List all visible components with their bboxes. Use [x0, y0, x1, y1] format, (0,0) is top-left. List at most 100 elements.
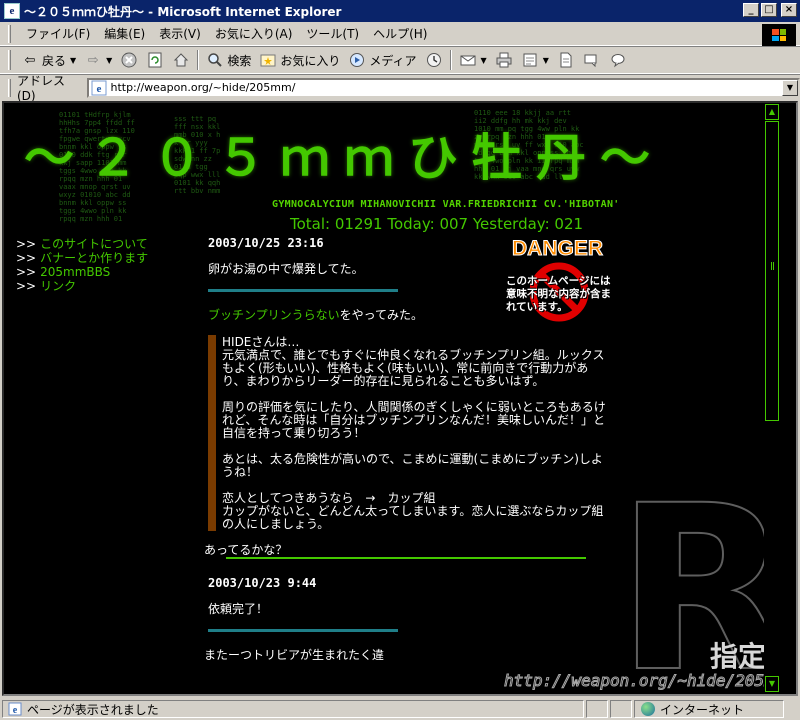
menu-tools[interactable]: ツール(T) [299, 23, 366, 44]
research-button[interactable] [605, 49, 631, 71]
messenger-button[interactable] [579, 49, 605, 71]
post-link-line: ブッチンプリンうらないをやってみた。 [208, 308, 424, 322]
pudding-fortune-link[interactable]: ブッチンプリンうらない [208, 308, 340, 322]
menu-file[interactable]: ファイル(F) [19, 23, 97, 44]
post-text: またーつトリビアが生まれたく違 [204, 648, 385, 662]
status-bar: e ページが表示されました インターネット [0, 698, 800, 720]
nav-banner-label: バナーとか作ります [40, 251, 149, 265]
page-scrollbar[interactable]: ▲ ▼ [764, 103, 780, 694]
page-content: R 指定 http://weapon.org/~hide/205mm/ 0110… [4, 103, 780, 694]
print-button[interactable] [491, 49, 517, 71]
edit-button[interactable]: ▼ [517, 49, 553, 71]
svg-text:e: e [97, 83, 102, 95]
blog-content: 2003/10/25 23:16 卵がお湯の中で爆発してた。 ブッチンプリンうら… [200, 237, 610, 662]
search-button[interactable]: 検索 [202, 49, 255, 71]
globe-icon [641, 702, 655, 716]
windows-logo-icon [762, 24, 796, 46]
page-icon: e [91, 80, 107, 95]
url-watermark: http://weapon.org/~hide/205mm/ [504, 671, 780, 691]
menu-favorites[interactable]: お気に入り(A) [208, 23, 300, 44]
nav-about-label: このサイトについて [40, 237, 148, 251]
post-text: 依頼完了！ [208, 602, 269, 616]
zone-text: インターネット [660, 702, 745, 717]
status-cell [610, 700, 632, 718]
toolbar-grip[interactable] [8, 50, 11, 70]
scroll-up-icon[interactable]: ▲ [765, 104, 779, 120]
page-loaded-icon: e [7, 701, 23, 717]
forward-button[interactable]: ⇨ ▼ [80, 49, 116, 71]
mail-button[interactable]: ▼ [455, 49, 491, 71]
side-nav: >> このサイトについて >> バナーとか作ります >> 205mmBBS >> リンク [16, 237, 148, 293]
favorites-icon [259, 51, 277, 69]
history-icon [425, 51, 443, 69]
back-label: 戻る [42, 53, 67, 68]
media-icon [348, 51, 366, 69]
address-grip[interactable] [8, 78, 11, 97]
quote-paragraph: あとは、太る危険性が高いので、こまめに運動(こまめにブッチン)しようね！ [222, 452, 603, 479]
quote-paragraph: HIDEさんは… 元気満点で、誰とでもすぐに仲良くなれるブッチンプリン組。ルック… [222, 335, 605, 388]
toolbar-separator [197, 50, 200, 70]
printer-icon [495, 51, 513, 69]
window-controls: _ □ × [743, 3, 797, 17]
forward-arrow-icon: ⇨ [87, 52, 99, 68]
scroll-thumb[interactable] [765, 121, 779, 421]
page-viewport: R 指定 http://weapon.org/~hide/205mm/ 0110… [2, 101, 798, 696]
forward-dropdown-icon[interactable]: ▼ [106, 56, 112, 65]
back-button[interactable]: ⇦ 戻る ▼ [17, 49, 80, 71]
menu-view[interactable]: 表示(V) [152, 23, 208, 44]
back-arrow-icon: ⇦ [24, 52, 36, 68]
nav-links[interactable]: >> リンク [16, 279, 148, 293]
nav-bbs[interactable]: >> 205mmBBS [16, 265, 148, 279]
svg-text:e: e [13, 705, 18, 716]
search-label: 検索 [227, 53, 252, 68]
address-input[interactable]: e http://weapon.org/~hide/205mm/ ▼ [87, 77, 800, 98]
document-icon [557, 51, 575, 69]
speech-bubble-icon [609, 51, 627, 69]
stop-button[interactable] [116, 49, 142, 71]
maximize-button[interactable]: □ [761, 3, 777, 17]
menu-grip[interactable] [8, 24, 11, 43]
edit-dropdown-icon[interactable]: ▼ [543, 56, 549, 65]
history-button[interactable] [421, 49, 447, 71]
standard-toolbar: ⇦ 戻る ▼ ⇨ ▼ 検索 お気に入り メディア ▼ ▼ [0, 46, 800, 74]
media-label: メディア [369, 53, 417, 68]
post-date: 2003/10/23 9:44 [208, 576, 317, 590]
address-bar: アドレス(D) e http://weapon.org/~hide/205mm/… [0, 74, 800, 103]
close-button[interactable]: × [781, 3, 797, 17]
mail-dropdown-icon[interactable]: ▼ [481, 56, 487, 65]
ie-page-icon: e [4, 3, 20, 19]
discuss-button[interactable] [553, 49, 579, 71]
favorites-button[interactable]: お気に入り [255, 49, 344, 71]
mail-icon [459, 51, 477, 69]
site-subtitle: GYMNOCALYCIUM MIHANOVICHII VAR.FRIEDRICH… [272, 199, 620, 210]
window-title: ～２０５ｍｍひ牡丹～ - Microsoft Internet Explorer [24, 4, 342, 19]
back-dropdown-icon[interactable]: ▼ [70, 56, 76, 65]
menu-help[interactable]: ヘルプ(H) [366, 23, 434, 44]
rating-label: 指定 [710, 640, 767, 673]
search-icon [206, 51, 224, 69]
toolbar-separator [449, 50, 452, 70]
edit-page-icon [521, 51, 539, 69]
menu-edit[interactable]: 編集(E) [97, 23, 152, 44]
home-button[interactable] [168, 49, 194, 71]
post-text: 卵がお湯の中で爆発してた。 [208, 262, 364, 276]
media-button[interactable]: メディア [344, 49, 420, 71]
minimize-button[interactable]: _ [743, 3, 759, 17]
quote-block: HIDEさんは… 元気満点で、誰とでもすぐに仲良くなれるブッチンプリン組。ルック… [208, 335, 610, 531]
site-title: ～２０５ｍｍひ牡丹～ [24, 129, 664, 187]
nav-bbs-label: 205mmBBS [40, 265, 111, 279]
nav-banner[interactable]: >> バナーとか作ります [16, 251, 148, 265]
stop-icon [120, 51, 138, 69]
scroll-down-icon[interactable]: ▼ [765, 676, 779, 692]
status-message: e ページが表示されました [2, 700, 584, 718]
nav-links-label: リンク [40, 279, 77, 293]
refresh-button[interactable] [142, 49, 168, 71]
security-zone: インターネット [634, 700, 784, 718]
menu-bar: ファイル(F) 編集(E) 表示(V) お気に入り(A) ツール(T) ヘルプ(… [0, 22, 800, 46]
address-label: アドレス(D) [17, 74, 66, 103]
address-dropdown-icon[interactable]: ▼ [782, 79, 798, 96]
nav-about[interactable]: >> このサイトについて [16, 237, 148, 251]
quote-paragraph: 恋人としてつきあうなら → カップ組 カップがないと、どんどん太ってしまいます。… [222, 491, 604, 531]
home-icon [172, 51, 190, 69]
refresh-icon [146, 51, 164, 69]
